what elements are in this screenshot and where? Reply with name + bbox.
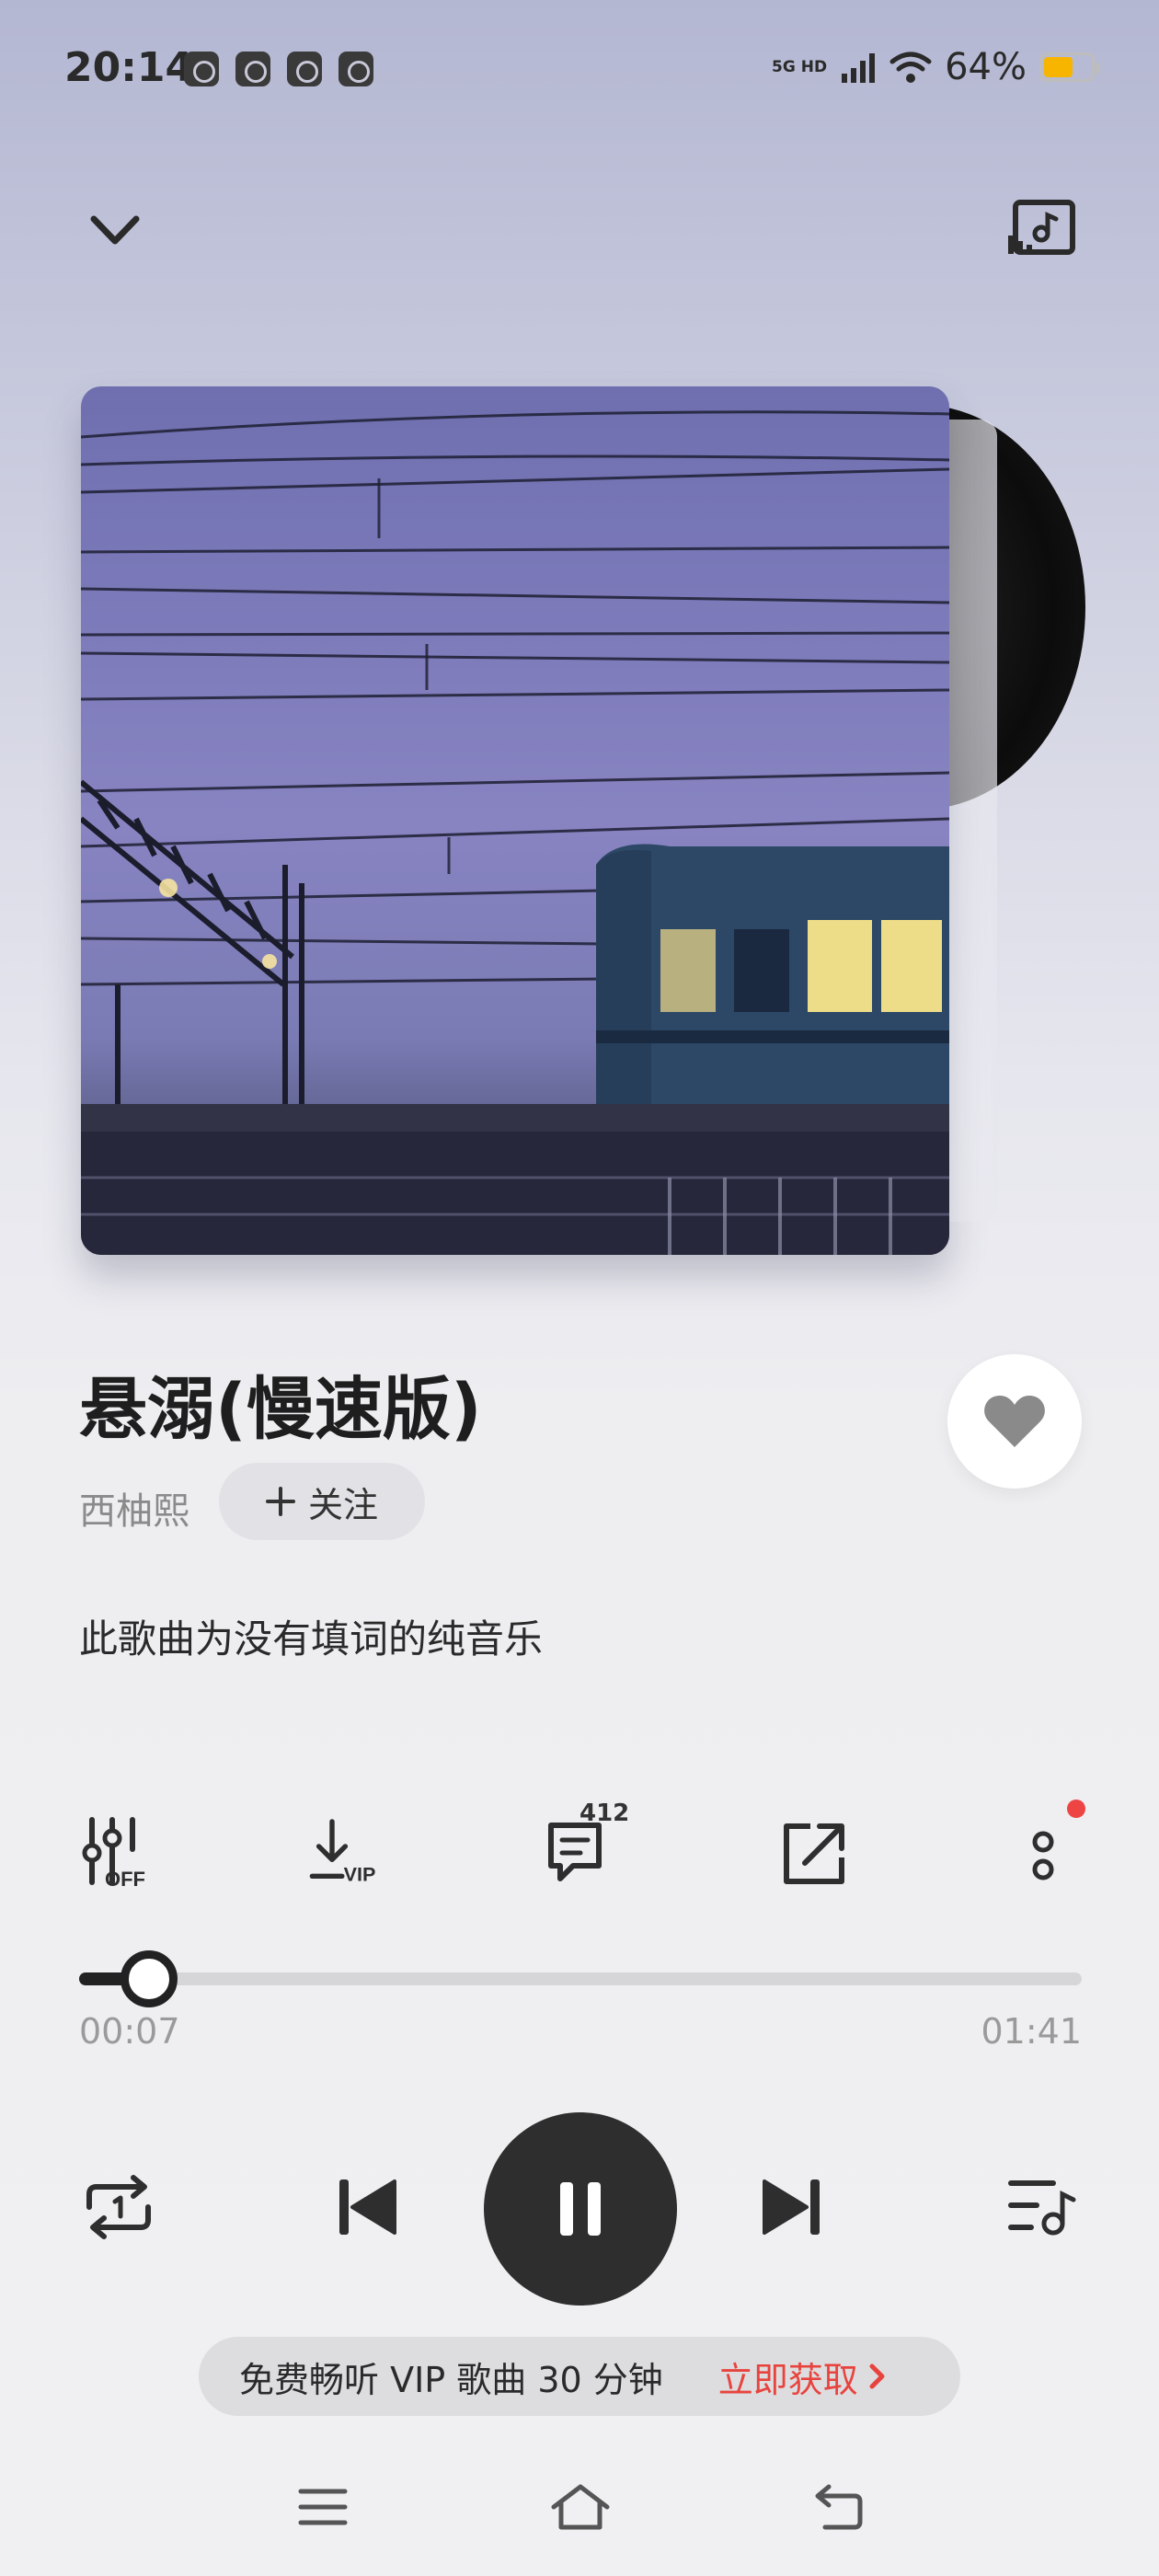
skip-next-icon	[763, 2179, 820, 2235]
heart-icon	[984, 1396, 1045, 1447]
plus-icon	[265, 1487, 295, 1516]
vip-banner-cta[interactable]: 立即获取	[718, 2352, 888, 2402]
cast-button[interactable]	[1006, 199, 1076, 258]
notification-app-3-icon	[287, 52, 322, 86]
equalizer-button[interactable]: OFF	[79, 1812, 162, 1895]
menu-icon	[298, 2489, 348, 2525]
next-button[interactable]	[752, 2168, 832, 2247]
skip-previous-icon	[339, 2179, 396, 2235]
download-icon: VIP	[309, 1819, 376, 1886]
share-button[interactable]	[773, 1812, 855, 1895]
network-type: 5G HD	[772, 58, 828, 76]
previous-button[interactable]	[327, 2168, 407, 2247]
vip-trial-banner[interactable]: 免费畅听 VIP 歌曲 30 分钟 立即获取	[199, 2337, 960, 2416]
more-icon	[1032, 1831, 1054, 1880]
equalizer-icon: OFF	[82, 1817, 145, 1891]
battery-percent: 64%	[945, 46, 1027, 88]
status-time: 20:14	[64, 44, 194, 91]
battery-level-fill	[1044, 57, 1073, 77]
progress-thumb[interactable]	[120, 1950, 178, 2007]
collapse-button[interactable]	[83, 202, 147, 258]
vip-cta-label: 立即获取	[717, 2359, 858, 2400]
follow-label: 关注	[307, 1484, 378, 1525]
current-time: 00:07	[79, 2011, 180, 2052]
wifi-icon	[889, 52, 932, 83]
more-button[interactable]	[1003, 1812, 1085, 1895]
notification-dot	[1067, 1800, 1085, 1818]
comment-count: 412	[580, 1800, 630, 1827]
artist-name[interactable]: 西柚熙	[79, 1481, 189, 1535]
share-icon	[784, 1823, 844, 1884]
follow-button[interactable]: 关注	[219, 1463, 425, 1540]
notification-app-4-icon	[339, 52, 373, 86]
notification-app-2-icon	[235, 52, 270, 86]
progress-track[interactable]	[79, 1972, 1082, 1985]
song-title: 悬溺(慢速版)	[79, 1370, 482, 1449]
equalizer-label: OFF	[105, 1868, 145, 1891]
download-vip-label: VIP	[344, 1863, 376, 1886]
nav-menu-button[interactable]	[281, 2475, 364, 2539]
battery-icon	[1039, 52, 1100, 82]
play-pause-button[interactable]	[484, 2112, 677, 2306]
album-cover[interactable]	[81, 386, 949, 1255]
pause-icon	[560, 2182, 601, 2236]
download-button[interactable]: VIP	[307, 1812, 390, 1895]
playlist-button[interactable]	[1003, 2168, 1082, 2247]
repeat-mode-button[interactable]	[79, 2168, 158, 2247]
notification-app-1-icon	[184, 52, 219, 86]
back-icon	[815, 2484, 863, 2530]
nav-back-button[interactable]	[797, 2475, 879, 2539]
lyric-note: 此歌曲为没有填词的纯音乐	[79, 1616, 544, 1662]
album-cover-image	[81, 386, 949, 1255]
total-time: 01:41	[981, 2011, 1082, 2052]
repeat-one-icon	[86, 2175, 151, 2239]
status-right: 5G HD 64%	[772, 46, 1100, 88]
nav-home-button[interactable]	[539, 2475, 622, 2539]
like-button[interactable]	[947, 1354, 1082, 1489]
cast-device-icon	[1008, 200, 1075, 255]
chevron-right-icon	[869, 2363, 885, 2389]
vip-banner-text: 免费畅听 VIP 歌曲 30 分钟	[239, 2359, 663, 2400]
status-app-icons	[184, 52, 373, 86]
playlist-icon	[1008, 2180, 1076, 2236]
signal-icon	[842, 53, 876, 83]
chevron-down-icon	[90, 215, 140, 245]
home-icon	[551, 2484, 610, 2530]
